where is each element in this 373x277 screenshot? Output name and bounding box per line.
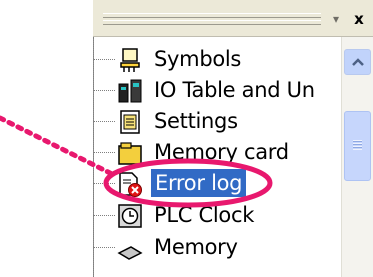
panel-titlebar: ▾ x: [93, 0, 373, 37]
memory-icon: [117, 246, 143, 260]
chevron-up-icon: [351, 58, 364, 66]
memory-card-icon: [118, 142, 142, 165]
titlebar-grip[interactable]: [103, 13, 321, 25]
tree-branch: [93, 152, 115, 153]
tree-item-memory[interactable]: Memory: [93, 231, 341, 263]
tree-item-label: Memory card: [154, 140, 289, 164]
settings-icon: [120, 110, 140, 134]
tree-item-memory-card[interactable]: Memory card: [93, 136, 341, 168]
plc-clock-icon: [118, 204, 142, 228]
tree-item-label: IO Table and Un: [154, 78, 315, 102]
tree-branch: [93, 183, 115, 184]
tree-item-label-selected: Error log: [151, 169, 247, 197]
tree-item-symbols[interactable]: Symbols: [93, 43, 341, 75]
tree-item-label: Symbols: [154, 47, 242, 71]
tree-branch: [93, 121, 115, 122]
thumb-grip-icon: [353, 140, 362, 150]
tree-item-plc-clock[interactable]: PLC Clock: [93, 199, 341, 231]
symbols-icon: [120, 48, 140, 72]
tree-branch: [93, 59, 115, 60]
close-button[interactable]: x: [349, 9, 369, 29]
scroll-thumb[interactable]: [344, 111, 371, 181]
dropdown-icon[interactable]: ▾: [326, 9, 346, 29]
tree-item-error-log[interactable]: Error log: [93, 167, 341, 199]
tree-item-settings[interactable]: Settings: [93, 105, 341, 137]
tree-branch: [93, 90, 115, 91]
scroll-up-button[interactable]: [344, 49, 371, 75]
tree-branch: [93, 215, 115, 216]
io-table-icon: [118, 79, 142, 103]
tree-item-label: PLC Clock: [154, 203, 255, 227]
project-tree: Symbols IO Table and Un Settings Memory …: [93, 37, 341, 277]
tree-item-io-table[interactable]: IO Table and Un: [93, 74, 341, 106]
tree-item-label: Settings: [154, 109, 238, 133]
vertical-scrollbar[interactable]: [341, 37, 373, 277]
tree-branch: [93, 247, 115, 248]
tree-item-label: Memory: [154, 235, 238, 259]
error-log-icon: [119, 172, 142, 197]
